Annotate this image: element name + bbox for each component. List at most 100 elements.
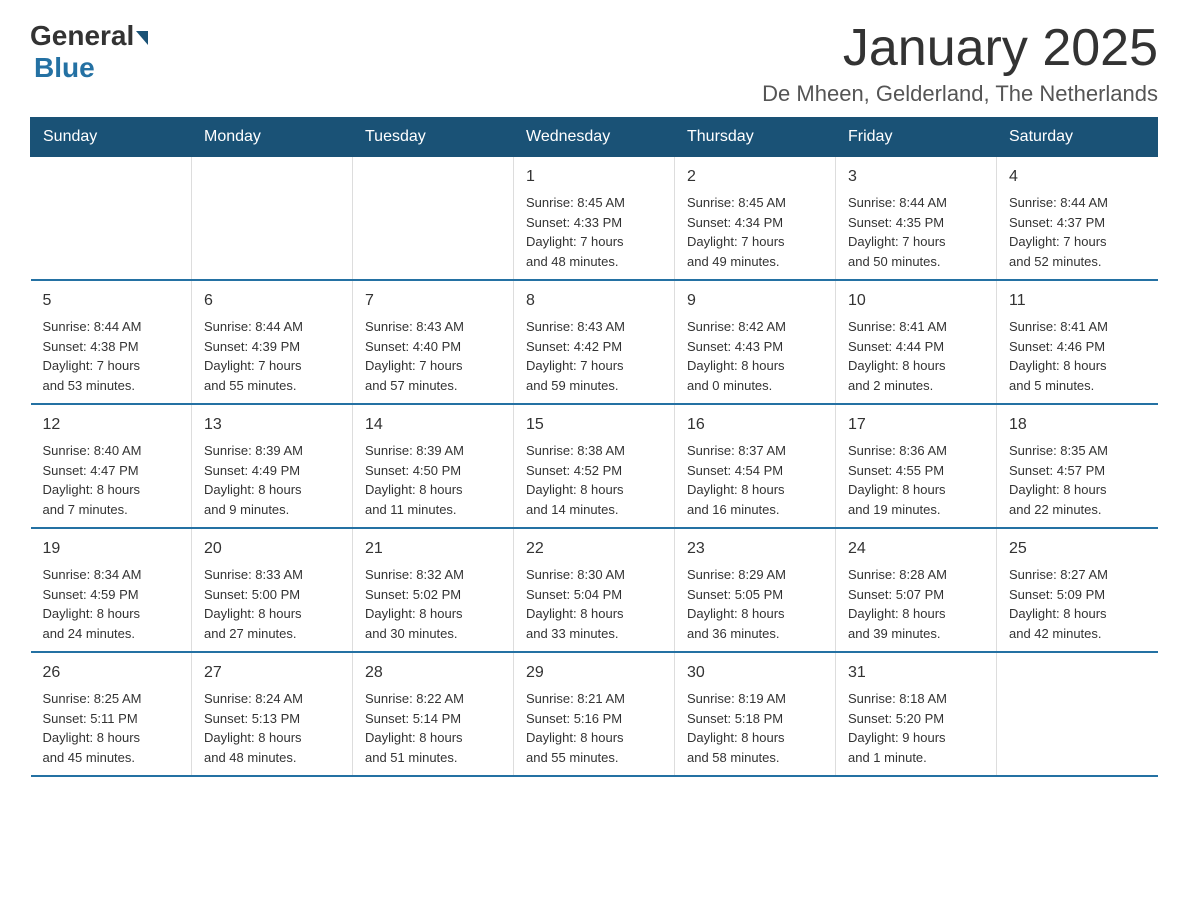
calendar-cell: 13 Sunrise: 8:39 AM Sunset: 4:49 PM Dayli… [192, 404, 353, 528]
day-info: Sunrise: 8:25 AM Sunset: 5:11 PM Dayligh… [43, 689, 180, 767]
calendar-cell: 16 Sunrise: 8:37 AM Sunset: 4:54 PM Dayli… [675, 404, 836, 528]
calendar-cell: 5 Sunrise: 8:44 AM Sunset: 4:38 PM Daylig… [31, 280, 192, 404]
day-number: 25 [1009, 537, 1146, 561]
main-title: January 2025 [762, 20, 1158, 77]
day-number: 15 [526, 413, 662, 437]
logo-blue-text: Blue [34, 52, 95, 84]
day-info: Sunrise: 8:38 AM Sunset: 4:52 PM Dayligh… [526, 441, 662, 519]
calendar-cell: 14Sunrise: 8:39 AM Sunset: 4:50 PM Dayli… [353, 404, 514, 528]
calendar-cell: 7Sunrise: 8:43 AM Sunset: 4:40 PM Daylig… [353, 280, 514, 404]
day-number: 26 [43, 661, 180, 685]
day-info: Sunrise: 8:37 AM Sunset: 4:54 PM Dayligh… [687, 441, 823, 519]
calendar-cell [192, 157, 353, 281]
weekday-header-tuesday: Tuesday [353, 118, 514, 157]
day-info: Sunrise: 8:35 AM Sunset: 4:57 PM Dayligh… [1009, 441, 1146, 519]
calendar-cell: 19 Sunrise: 8:34 AM Sunset: 4:59 PM Dayli… [31, 528, 192, 652]
calendar-cell: 26 Sunrise: 8:25 AM Sunset: 5:11 PM Dayli… [31, 652, 192, 776]
calendar-cell: 1Sunrise: 8:45 AM Sunset: 4:33 PM Daylig… [514, 157, 675, 281]
calendar-cell: 12Sunrise: 8:40 AM Sunset: 4:47 PM Dayli… [31, 404, 192, 528]
day-info: Sunrise: 8:33 AM Sunset: 5:00 PM Dayligh… [204, 565, 340, 643]
day-number: 28 [365, 661, 501, 685]
calendar-week-row: 5 Sunrise: 8:44 AM Sunset: 4:38 PM Daylig… [31, 280, 1158, 404]
day-number: 10 [848, 289, 984, 313]
calendar-cell: 25 Sunrise: 8:27 AM Sunset: 5:09 PM Dayli… [997, 528, 1158, 652]
calendar-cell [31, 157, 192, 281]
day-number: 2 [687, 165, 823, 189]
day-number: 30 [687, 661, 823, 685]
day-number: 23 [687, 537, 823, 561]
day-number: 11 [1009, 289, 1146, 313]
day-number: 6 [204, 289, 340, 313]
title-block: January 2025 De Mheen, Gelderland, The N… [762, 20, 1158, 107]
day-number: 24 [848, 537, 984, 561]
day-number: 21 [365, 537, 501, 561]
day-info: Sunrise: 8:42 AM Sunset: 4:43 PM Dayligh… [687, 317, 823, 395]
calendar-cell: 2 Sunrise: 8:45 AM Sunset: 4:34 PM Daylig… [675, 157, 836, 281]
day-info: Sunrise: 8:44 AM Sunset: 4:38 PM Dayligh… [43, 317, 180, 395]
weekday-header-monday: Monday [192, 118, 353, 157]
day-info: Sunrise: 8:43 AM Sunset: 4:42 PM Dayligh… [526, 317, 662, 395]
day-number: 8 [526, 289, 662, 313]
day-info: Sunrise: 8:18 AM Sunset: 5:20 PM Dayligh… [848, 689, 984, 767]
day-info: Sunrise: 8:19 AM Sunset: 5:18 PM Dayligh… [687, 689, 823, 767]
day-number: 22 [526, 537, 662, 561]
calendar-cell: 21 Sunrise: 8:32 AM Sunset: 5:02 PM Dayli… [353, 528, 514, 652]
weekday-header-sunday: Sunday [31, 118, 192, 157]
day-info: Sunrise: 8:45 AM Sunset: 4:33 PM Dayligh… [526, 193, 662, 271]
subtitle: De Mheen, Gelderland, The Netherlands [762, 81, 1158, 107]
day-info: Sunrise: 8:32 AM Sunset: 5:02 PM Dayligh… [365, 565, 501, 643]
calendar-cell: 27 Sunrise: 8:24 AM Sunset: 5:13 PM Dayli… [192, 652, 353, 776]
calendar-cell: 11 Sunrise: 8:41 AM Sunset: 4:46 PM Dayli… [997, 280, 1158, 404]
calendar-cell: 6Sunrise: 8:44 AM Sunset: 4:39 PM Daylig… [192, 280, 353, 404]
weekday-header-thursday: Thursday [675, 118, 836, 157]
day-number: 29 [526, 661, 662, 685]
day-number: 9 [687, 289, 823, 313]
day-number: 18 [1009, 413, 1146, 437]
calendar-cell: 15 Sunrise: 8:38 AM Sunset: 4:52 PM Dayli… [514, 404, 675, 528]
calendar-cell: 28 Sunrise: 8:22 AM Sunset: 5:14 PM Dayli… [353, 652, 514, 776]
day-number: 3 [848, 165, 984, 189]
day-number: 5 [43, 289, 180, 313]
calendar-cell [353, 157, 514, 281]
calendar-cell: 20 Sunrise: 8:33 AM Sunset: 5:00 PM Dayli… [192, 528, 353, 652]
day-number: 31 [848, 661, 984, 685]
logo-general: General [30, 20, 134, 52]
logo: General Blue [30, 20, 150, 84]
day-info: Sunrise: 8:24 AM Sunset: 5:13 PM Dayligh… [204, 689, 340, 767]
day-info: Sunrise: 8:27 AM Sunset: 5:09 PM Dayligh… [1009, 565, 1146, 643]
calendar-cell: 22 Sunrise: 8:30 AM Sunset: 5:04 PM Dayli… [514, 528, 675, 652]
day-info: Sunrise: 8:29 AM Sunset: 5:05 PM Dayligh… [687, 565, 823, 643]
day-info: Sunrise: 8:22 AM Sunset: 5:14 PM Dayligh… [365, 689, 501, 767]
weekday-header-friday: Friday [836, 118, 997, 157]
day-info: Sunrise: 8:44 AM Sunset: 4:35 PM Dayligh… [848, 193, 984, 271]
logo-blue: Blue [34, 52, 95, 83]
day-info: Sunrise: 8:39 AM Sunset: 4:49 PM Dayligh… [204, 441, 340, 519]
day-info: Sunrise: 8:34 AM Sunset: 4:59 PM Dayligh… [43, 565, 180, 643]
day-number: 27 [204, 661, 340, 685]
calendar-week-row: 26 Sunrise: 8:25 AM Sunset: 5:11 PM Dayli… [31, 652, 1158, 776]
weekday-header-wednesday: Wednesday [514, 118, 675, 157]
day-number: 17 [848, 413, 984, 437]
calendar-cell: 10Sunrise: 8:41 AM Sunset: 4:44 PM Dayli… [836, 280, 997, 404]
calendar-cell: 8 Sunrise: 8:43 AM Sunset: 4:42 PM Daylig… [514, 280, 675, 404]
logo-arrow-icon [136, 31, 148, 45]
weekday-header-saturday: Saturday [997, 118, 1158, 157]
calendar-week-row: 1Sunrise: 8:45 AM Sunset: 4:33 PM Daylig… [31, 157, 1158, 281]
day-number: 13 [204, 413, 340, 437]
calendar-week-row: 19 Sunrise: 8:34 AM Sunset: 4:59 PM Dayli… [31, 528, 1158, 652]
day-number: 20 [204, 537, 340, 561]
calendar-cell: 17 Sunrise: 8:36 AM Sunset: 4:55 PM Dayli… [836, 404, 997, 528]
day-number: 19 [43, 537, 180, 561]
day-number: 7 [365, 289, 501, 313]
calendar-week-row: 12Sunrise: 8:40 AM Sunset: 4:47 PM Dayli… [31, 404, 1158, 528]
calendar-cell: 18 Sunrise: 8:35 AM Sunset: 4:57 PM Dayli… [997, 404, 1158, 528]
day-info: Sunrise: 8:45 AM Sunset: 4:34 PM Dayligh… [687, 193, 823, 271]
day-info: Sunrise: 8:30 AM Sunset: 5:04 PM Dayligh… [526, 565, 662, 643]
calendar-cell: 4Sunrise: 8:44 AM Sunset: 4:37 PM Daylig… [997, 157, 1158, 281]
day-info: Sunrise: 8:36 AM Sunset: 4:55 PM Dayligh… [848, 441, 984, 519]
day-number: 16 [687, 413, 823, 437]
day-info: Sunrise: 8:41 AM Sunset: 4:46 PM Dayligh… [1009, 317, 1146, 395]
calendar-cell: 9 Sunrise: 8:42 AM Sunset: 4:43 PM Daylig… [675, 280, 836, 404]
calendar-cell: 23 Sunrise: 8:29 AM Sunset: 5:05 PM Dayli… [675, 528, 836, 652]
calendar-cell: 30 Sunrise: 8:19 AM Sunset: 5:18 PM Dayli… [675, 652, 836, 776]
